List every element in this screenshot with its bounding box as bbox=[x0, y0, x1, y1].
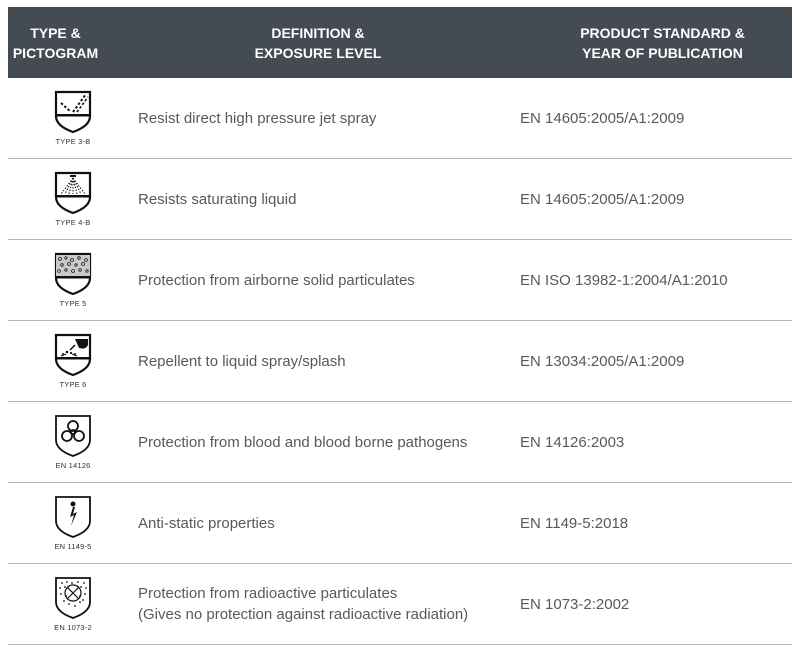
pictogram-cell: EN 1073-2 bbox=[8, 576, 138, 632]
pictogram-caption: EN 1149-5 bbox=[54, 542, 92, 551]
definition-text: Protection from airborne solid particula… bbox=[138, 271, 415, 289]
radioactive-particulates-shield-icon bbox=[55, 577, 91, 619]
table-row: EN 1073-2 Protection from radioactive pa… bbox=[8, 564, 792, 645]
standard-cell: EN 14605:2005/A1:2009 bbox=[520, 190, 685, 208]
table-row: TYPE 4-B Resists saturating liquid EN 14… bbox=[8, 159, 792, 240]
pictogram-cell: TYPE 6 bbox=[8, 333, 138, 389]
table-row: EN 14126 Protection from blood and blood… bbox=[8, 402, 792, 483]
standard-cell: EN 14126:2003 bbox=[520, 433, 625, 451]
definition-cell: Repellent to liquid spray/splash bbox=[138, 351, 520, 372]
definition-text: Protection from blood and blood borne pa… bbox=[138, 433, 468, 451]
standard-cell: EN ISO 13982-1:2004/A1:2010 bbox=[520, 271, 728, 289]
anti-static-shield-icon bbox=[55, 496, 91, 538]
definition-cell: Resists saturating liquid bbox=[138, 189, 520, 210]
jet-spray-shield-icon bbox=[54, 90, 92, 134]
table-row: TYPE 5 Protection from airborne solid pa… bbox=[8, 240, 792, 321]
standard-cell: EN 14605:2005/A1:2009 bbox=[520, 109, 685, 127]
pictogram-cell: TYPE 5 bbox=[8, 252, 138, 308]
pictogram-cell: TYPE 3-B bbox=[8, 90, 138, 146]
standard-cell: EN 1073-2:2002 bbox=[520, 595, 630, 613]
pictogram-caption: EN 14126 bbox=[55, 461, 91, 470]
header-line: PICTOGRAM bbox=[12, 44, 99, 61]
biohazard-shield-icon bbox=[55, 415, 91, 457]
header-line: YEAR OF PUBLICATION bbox=[582, 44, 743, 61]
standard-cell: EN 13034:2005/A1:2009 bbox=[520, 352, 685, 370]
table-row: TYPE 3-B Resist direct high pressure jet… bbox=[8, 78, 792, 159]
solid-particulates-shield-icon bbox=[54, 252, 92, 296]
saturating-liquid-shield-icon bbox=[54, 171, 92, 215]
definition-cell: Protection from blood and blood borne pa… bbox=[138, 432, 520, 453]
pictogram-caption: EN 1073-2 bbox=[54, 623, 92, 632]
table-row: EN 1149-5 Anti-static properties EN 1149… bbox=[8, 483, 792, 564]
pictogram-cell: TYPE 4-B bbox=[8, 171, 138, 227]
definition-note: (Gives no protection against radioactive… bbox=[138, 606, 469, 623]
definition-text: Resist direct high pressure jet spray bbox=[138, 109, 377, 127]
pictogram-cell: EN 1149-5 bbox=[8, 495, 138, 551]
header-line: TYPE & bbox=[30, 24, 81, 41]
pictogram-caption: TYPE 3-B bbox=[55, 137, 91, 146]
standard-cell: EN 1149-5:2018 bbox=[520, 514, 629, 532]
table-row: TYPE 6 Repellent to liquid spray/splash … bbox=[8, 321, 792, 402]
header-standard: PRODUCT STANDARD & YEAR OF PUBLICATION bbox=[533, 23, 792, 63]
protective-clothing-standards-table: TYPE & PICTOGRAM DEFINITION & EXPOSURE L… bbox=[8, 7, 792, 645]
header-type-pictogram: TYPE & PICTOGRAM bbox=[8, 23, 103, 63]
pictogram-caption: TYPE 4-B bbox=[55, 218, 91, 227]
header-line: PRODUCT STANDARD & bbox=[580, 24, 745, 41]
liquid-splash-shield-icon bbox=[54, 333, 92, 377]
definition-text: Protection from radioactive particulates bbox=[138, 585, 398, 602]
definition-text: Resists saturating liquid bbox=[138, 190, 297, 208]
pictogram-cell: EN 14126 bbox=[8, 414, 138, 470]
definition-cell: Protection from airborne solid particula… bbox=[138, 270, 520, 291]
table-header: TYPE & PICTOGRAM DEFINITION & EXPOSURE L… bbox=[8, 7, 792, 78]
pictogram-caption: TYPE 6 bbox=[59, 380, 87, 389]
header-line: DEFINITION & bbox=[271, 24, 365, 41]
pictogram-caption: TYPE 5 bbox=[59, 299, 87, 308]
definition-cell: Protection from radioactive particulates… bbox=[138, 583, 520, 625]
header-line: EXPOSURE LEVEL bbox=[254, 44, 382, 61]
definition-cell: Anti-static properties bbox=[138, 513, 520, 534]
header-definition: DEFINITION & EXPOSURE LEVEL bbox=[103, 23, 533, 63]
definition-text: Anti-static properties bbox=[138, 514, 275, 532]
definition-cell: Resist direct high pressure jet spray bbox=[138, 108, 520, 129]
definition-text: Repellent to liquid spray/splash bbox=[138, 352, 346, 370]
